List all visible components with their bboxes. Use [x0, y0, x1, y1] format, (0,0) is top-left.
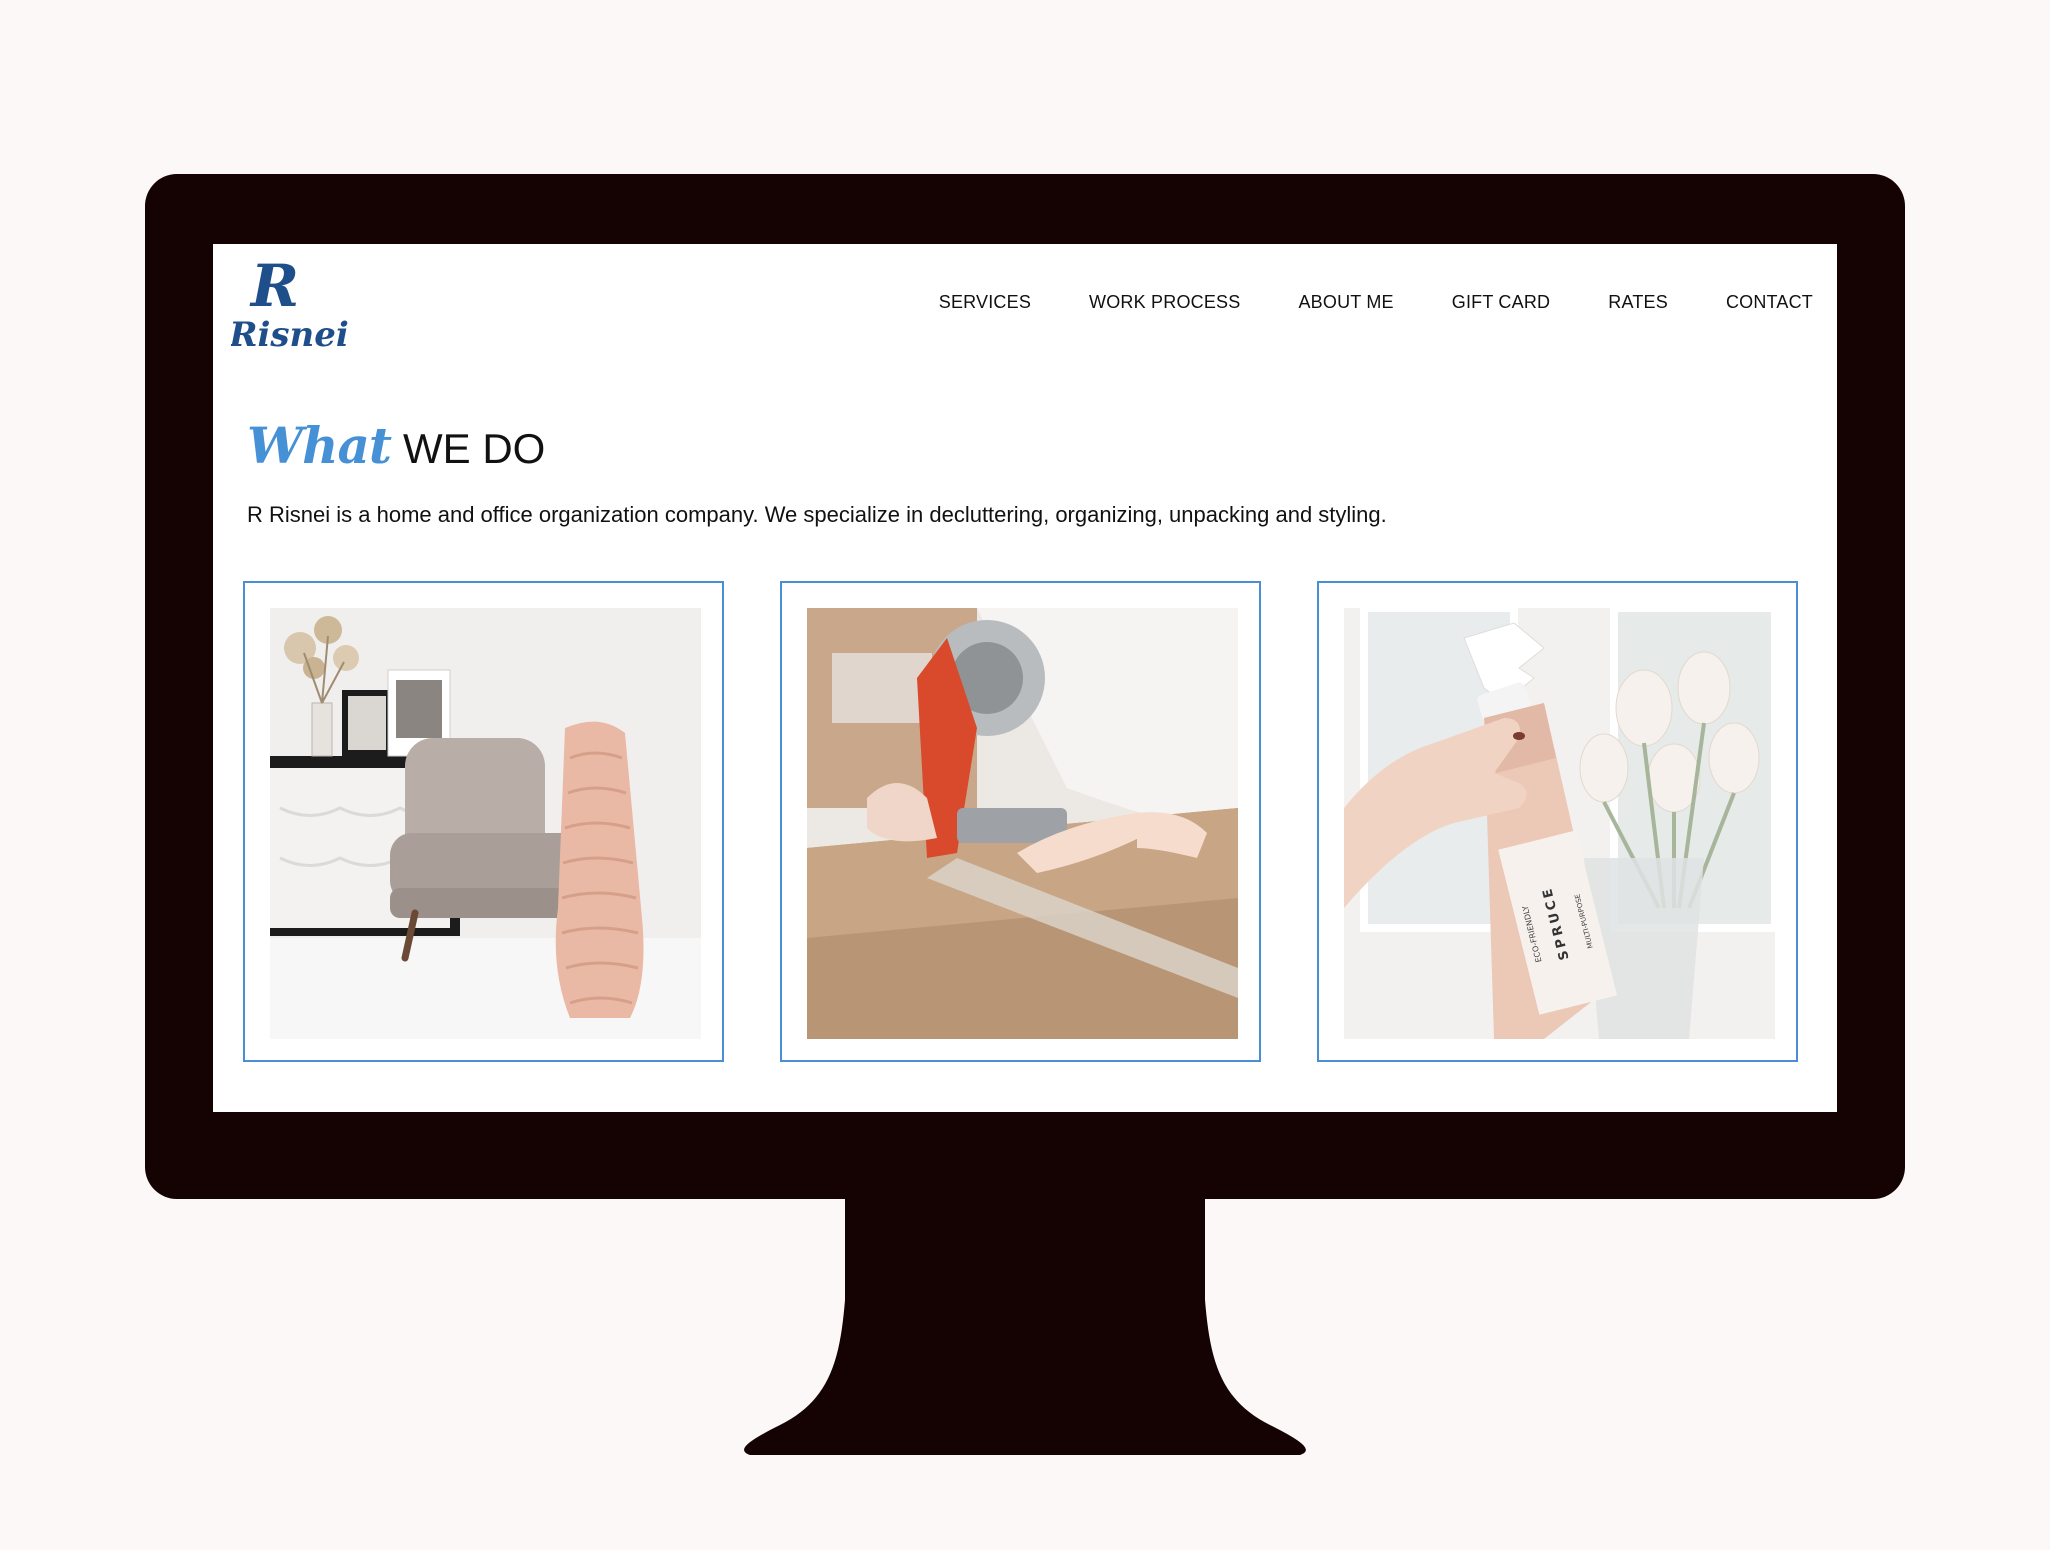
nav-contact[interactable]: CONTACT [1726, 292, 1813, 313]
browser-screen: R Risnei SERVICES WORK PROCESS ABOUT ME … [213, 244, 1837, 1112]
nav-services[interactable]: SERVICES [939, 292, 1031, 313]
taping-cardboard-box-photo [807, 608, 1238, 1039]
nav-rates[interactable]: RATES [1608, 292, 1668, 313]
nav-about-me[interactable]: ABOUT ME [1298, 292, 1393, 313]
risnei-logo[interactable]: R Risnei [231, 254, 351, 354]
heading-script-word: What [247, 416, 392, 475]
spray-bottle-and-tulips-photo: ECO-FRIENDLY SPRUCE MULTI-PURPOSE [1344, 608, 1775, 1039]
main-nav: SERVICES WORK PROCESS ABOUT ME GIFT CARD… [939, 292, 1813, 313]
logo-initial: R [249, 254, 299, 320]
service-card-organizing[interactable]: ECO-FRIENDLY SPRUCE MULTI-PURPOSE [1317, 581, 1798, 1062]
monitor-base [744, 1300, 1306, 1455]
service-card-styling[interactable] [243, 581, 724, 1062]
logo-name: Risnei [231, 315, 349, 354]
section-description: R Risnei is a home and office organizati… [247, 502, 1387, 527]
heading-main-words: WE DO [403, 425, 546, 472]
service-card-unpacking[interactable] [780, 581, 1261, 1062]
section-heading: What WE DO [247, 416, 545, 475]
armchair-with-knit-blanket-photo [270, 608, 701, 1039]
nav-work-process[interactable]: WORK PROCESS [1089, 292, 1240, 313]
nav-gift-card[interactable]: GIFT CARD [1452, 292, 1550, 313]
